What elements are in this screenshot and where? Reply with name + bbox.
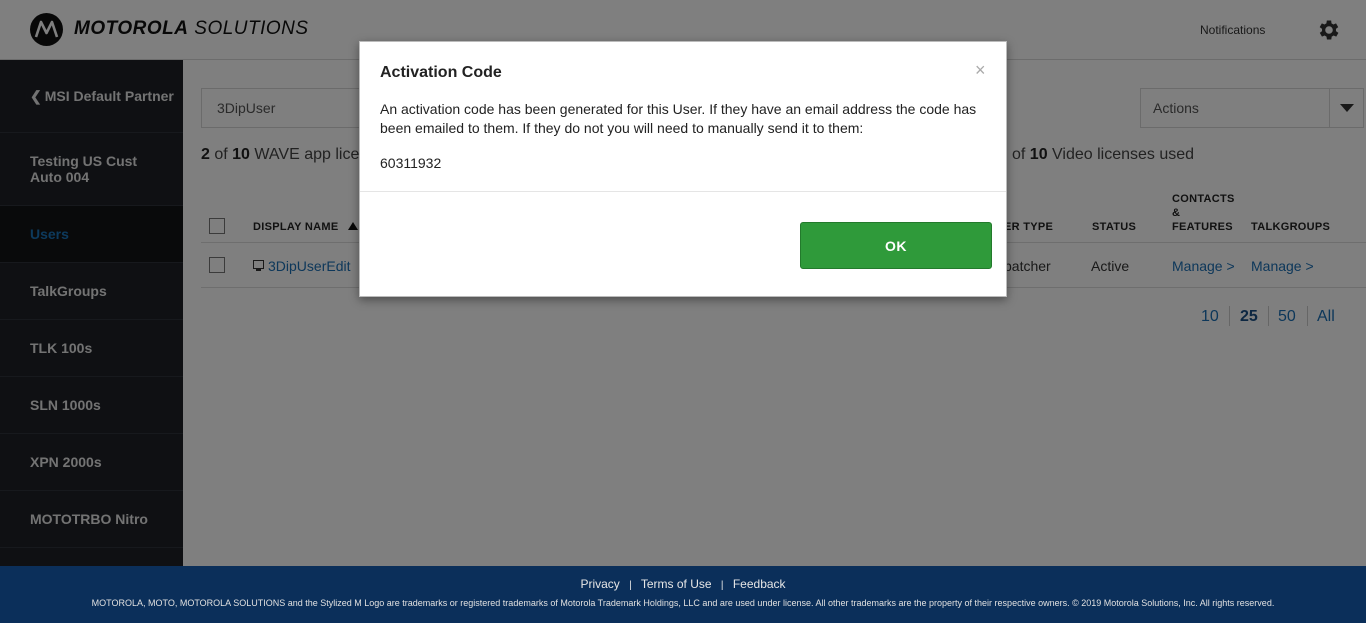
privacy-link[interactable]: Privacy — [580, 577, 619, 591]
dialog-divider — [360, 191, 1006, 192]
footer: Privacy | Terms of Use | Feedback MOTORO… — [0, 566, 1366, 623]
dialog-title: Activation Code — [380, 64, 502, 81]
ok-button[interactable]: OK — [800, 222, 992, 269]
legal-text: MOTOROLA, MOTO, MOTOROLA SOLUTIONS and t… — [91, 598, 1275, 608]
activation-code-value: 60311932 — [380, 155, 442, 171]
feedback-link[interactable]: Feedback — [733, 577, 786, 591]
footer-separator: | — [629, 580, 632, 591]
close-icon[interactable]: × — [975, 60, 986, 81]
footer-links: Privacy | Terms of Use | Feedback — [0, 577, 1366, 591]
activation-code-dialog: Activation Code × An activation code has… — [359, 41, 1007, 297]
dialog-message: An activation code has been generated fo… — [380, 101, 977, 136]
footer-separator: | — [720, 580, 724, 591]
terms-link[interactable]: Terms of Use — [641, 577, 712, 591]
